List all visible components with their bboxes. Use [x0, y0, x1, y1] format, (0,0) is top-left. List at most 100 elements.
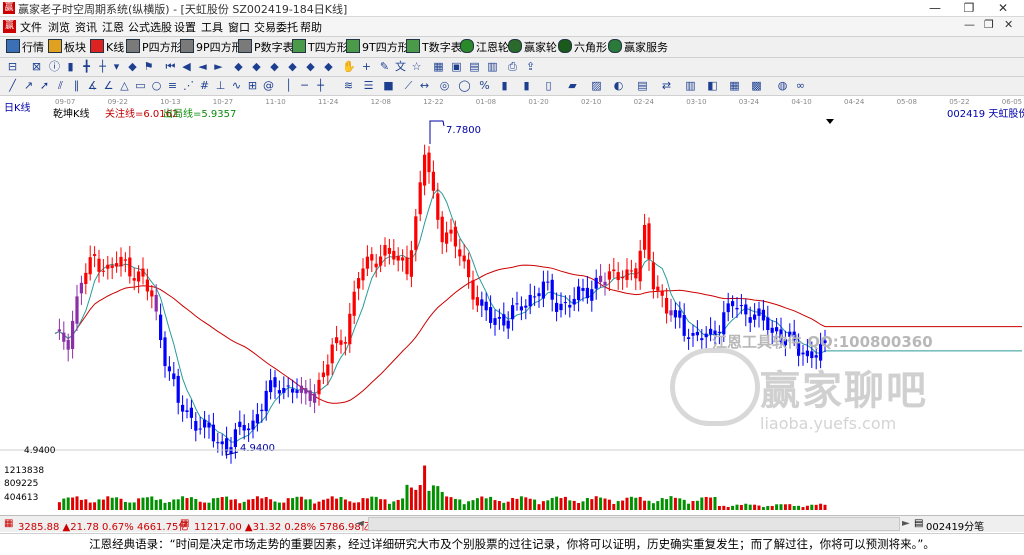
- gann-fan-icon[interactable]: ⋰: [182, 79, 195, 92]
- close-button[interactable]: ✕: [988, 0, 1018, 16]
- info-icon[interactable]: ⓘ: [48, 60, 61, 73]
- shade-icon[interactable]: ▨: [590, 79, 603, 92]
- hand-icon[interactable]: ✋: [342, 60, 356, 73]
- candle-icon[interactable]: ╋: [80, 60, 93, 73]
- triangle-icon[interactable]: △: [118, 79, 131, 92]
- dropdown-icon[interactable]: ▾: [110, 60, 123, 73]
- toolbar-t-table-button[interactable]: T数字表: [406, 39, 462, 55]
- stack2-icon[interactable]: ▤: [636, 79, 649, 92]
- nav-icon[interactable]: ◆: [286, 60, 299, 73]
- toolbar-9p-square-button[interactable]: 9P四方形: [180, 39, 243, 55]
- circle-icon[interactable]: ○: [150, 79, 163, 92]
- vline-icon[interactable]: │: [282, 79, 295, 92]
- toolbar-winner-wheel-button[interactable]: 赢家轮: [508, 39, 557, 55]
- sz-index[interactable]: 11217.00 ▲31.32 0.28% 5786.98亿: [194, 518, 371, 533]
- flag-icon[interactable]: ⚑: [142, 60, 155, 73]
- mark-icon[interactable]: ▩: [750, 79, 763, 92]
- pct-icon[interactable]: %: [478, 79, 491, 92]
- left-icon[interactable]: ◄: [196, 60, 209, 73]
- text-icon[interactable]: 文: [394, 60, 407, 73]
- menu-gann[interactable]: 江恩: [102, 19, 124, 35]
- toolbar-kline-button[interactable]: K线: [90, 39, 124, 55]
- wave-icon[interactable]: ≋: [342, 79, 355, 92]
- toolbar-sectors-button[interactable]: 板块: [48, 39, 86, 55]
- menu-help[interactable]: 帮助: [300, 19, 322, 35]
- hline-icon[interactable]: ─: [298, 79, 311, 92]
- nav-icon[interactable]: ◆: [250, 60, 263, 73]
- table-icon[interactable]: ▤: [468, 60, 481, 73]
- restore-button[interactable]: ❐: [954, 0, 984, 16]
- menu-file[interactable]: 文件: [20, 19, 42, 35]
- box-icon[interactable]: ⊞: [246, 79, 259, 92]
- toolbar-gann-wheel-button[interactable]: 江恩轮: [460, 39, 509, 55]
- layout-icon[interactable]: ⊟: [6, 60, 19, 73]
- red-candle-icon[interactable]: ▮: [498, 79, 511, 92]
- ellipse-icon[interactable]: ◯: [458, 79, 471, 92]
- measure-icon[interactable]: ⊥: [214, 79, 227, 92]
- pen-icon[interactable]: ✎: [378, 60, 391, 73]
- speed-icon[interactable]: ⟋: [402, 79, 415, 92]
- line-icon[interactable]: ╱: [6, 79, 19, 92]
- dim-icon[interactable]: ↔: [418, 79, 431, 92]
- blue-candle-icon[interactable]: ▮: [520, 79, 533, 92]
- palette-icon[interactable]: ◐: [612, 79, 625, 92]
- ticker-label[interactable]: 002419分笔: [926, 518, 984, 533]
- menu-settings[interactable]: 设置: [174, 19, 196, 35]
- stack-icon[interactable]: ☰: [362, 79, 375, 92]
- export-icon[interactable]: ⇪: [524, 60, 537, 73]
- nav-icon[interactable]: ◆: [304, 60, 317, 73]
- color-ball-icon[interactable]: ◍: [776, 79, 789, 92]
- fan-icon[interactable]: ∡: [86, 79, 99, 92]
- kline-chart[interactable]: 09-07 09-22 10-13 10-27 11-10 11-24 12-08 12-22…: [0, 96, 1024, 514]
- crosshair-icon[interactable]: +: [360, 60, 373, 73]
- printer-icon[interactable]: ⎙: [506, 60, 519, 73]
- menu-window[interactable]: 窗口: [228, 19, 250, 35]
- ohlc-icon[interactable]: ┼: [96, 60, 109, 73]
- arrow-icon[interactable]: ➚: [38, 79, 51, 92]
- bars-icon[interactable]: ▯: [542, 79, 555, 92]
- toolbar-9t-square-button[interactable]: 9T四方形: [346, 39, 409, 55]
- first-icon[interactable]: ⏮: [164, 60, 177, 73]
- cross-icon[interactable]: ┼: [314, 79, 327, 92]
- calendar-icon[interactable]: ▦: [432, 60, 445, 73]
- menu-browse[interactable]: 浏览: [48, 19, 70, 35]
- fib-icon[interactable]: ≡: [166, 79, 179, 92]
- fill-icon[interactable]: ▰: [566, 79, 579, 92]
- menu-info[interactable]: 资讯: [75, 19, 97, 35]
- bar-chart-icon[interactable]: ▮: [64, 60, 77, 73]
- star-icon[interactable]: ☆: [410, 60, 423, 73]
- toolbar-p-table-button[interactable]: P数字表: [238, 39, 294, 55]
- save-icon[interactable]: ▣: [450, 60, 463, 73]
- zoom-icon[interactable]: ⊠: [30, 60, 43, 73]
- grid-icon[interactable]: #: [198, 79, 211, 92]
- sh-index[interactable]: 3285.88 ▲21.78 0.67% 4661.75亿: [18, 518, 188, 533]
- menu-trade[interactable]: 交易委托: [254, 19, 298, 35]
- infinity-icon[interactable]: ∞: [794, 79, 807, 92]
- mdi-restore-button[interactable]: ❐: [984, 18, 994, 31]
- shape-icon[interactable]: ◧: [706, 79, 719, 92]
- menu-tools[interactable]: 工具: [201, 19, 223, 35]
- indicator-icon[interactable]: ◆: [126, 60, 139, 73]
- cycle-icon[interactable]: ∿: [230, 79, 243, 92]
- vol-icon[interactable]: ▥: [684, 79, 697, 92]
- menu-formula[interactable]: 公式选股: [128, 19, 172, 35]
- horizontal-scrollbar[interactable]: [368, 517, 900, 531]
- nav-icon[interactable]: ◆: [232, 60, 245, 73]
- list-icon[interactable]: ▥: [486, 60, 499, 73]
- angle-icon[interactable]: ∠: [102, 79, 115, 92]
- swap-icon[interactable]: ⇄: [660, 79, 673, 92]
- scroll-right-icon[interactable]: ►: [902, 518, 910, 529]
- toolbar-hexagon-button[interactable]: 六角形: [558, 39, 607, 55]
- spiral-icon[interactable]: @: [262, 79, 275, 92]
- nav-icon[interactable]: ◆: [322, 60, 335, 73]
- rect-icon[interactable]: ▭: [134, 79, 147, 92]
- mdi-close-button[interactable]: ✕: [1004, 18, 1013, 31]
- square-icon[interactable]: ■: [382, 79, 395, 92]
- toolbar-quotes-button[interactable]: 行情: [6, 39, 44, 55]
- toolbar-service-button[interactable]: 赢家服务: [608, 39, 668, 55]
- mdi-minimize-button[interactable]: —: [964, 18, 975, 31]
- toolbar-p-square-button[interactable]: P四方形: [126, 39, 182, 55]
- scroll-left-icon[interactable]: ◄: [356, 518, 364, 529]
- toolbar-t-square-button[interactable]: T四方形: [292, 39, 348, 55]
- layer-icon[interactable]: ▦: [728, 79, 741, 92]
